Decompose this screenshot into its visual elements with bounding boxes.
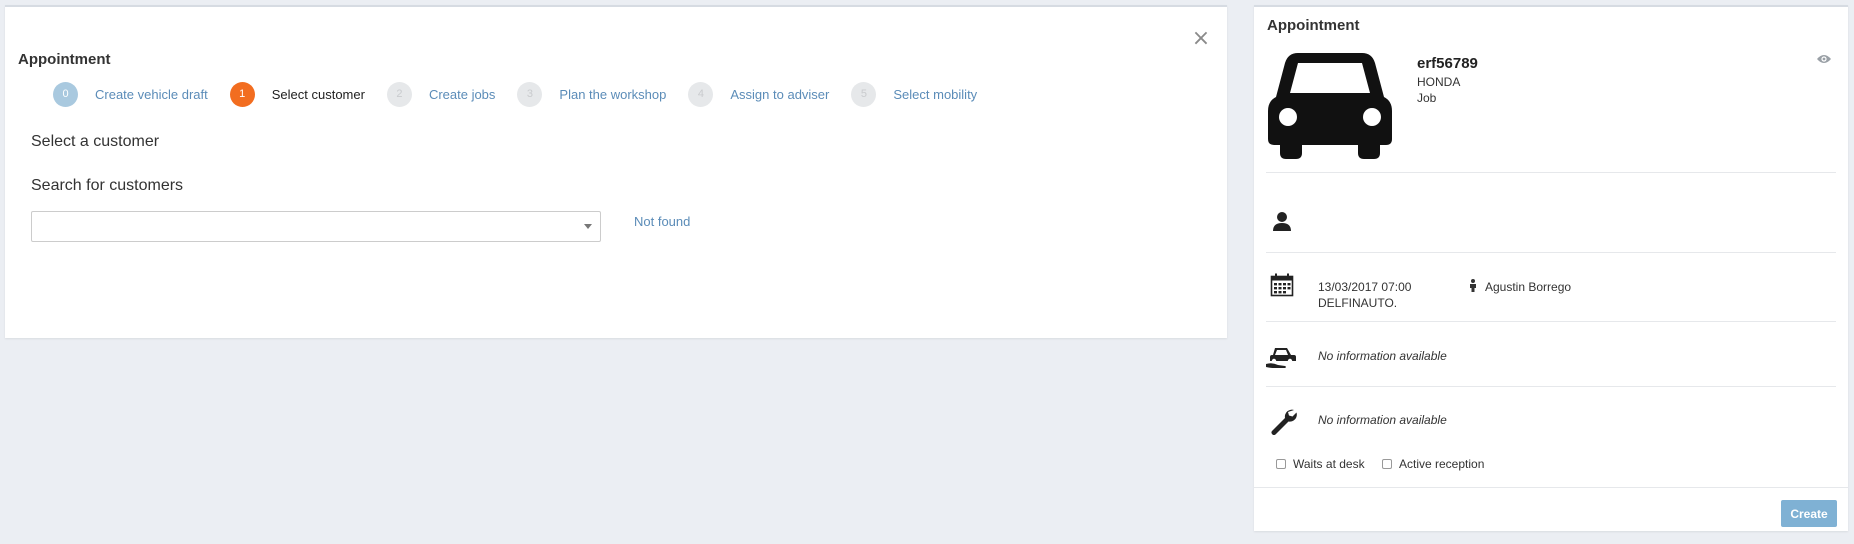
vehicle-type: Job (1417, 91, 1437, 105)
step-create-vehicle-draft[interactable]: 0 Create vehicle draft (53, 81, 208, 107)
appointment-wizard-panel: × Appointment 0 Create vehicle draft 1 S… (5, 5, 1227, 338)
active-reception-checkbox[interactable]: Active reception (1382, 457, 1484, 471)
person-icon (1470, 279, 1476, 292)
appointment-datetime: 13/03/2017 07:00 (1318, 280, 1412, 294)
checkbox-box[interactable] (1276, 459, 1286, 469)
step-number: 2 (386, 81, 412, 107)
car-service-icon (1266, 348, 1296, 368)
step-number: 5 (851, 81, 877, 107)
step-number: 1 (229, 81, 255, 107)
step-label: Create jobs (428, 86, 496, 102)
step-label: Select customer (271, 86, 365, 102)
eye-icon[interactable] (1816, 53, 1832, 65)
close-icon[interactable]: × (1191, 28, 1211, 50)
step-label: Assign to adviser (730, 86, 830, 102)
calendar-icon (1270, 273, 1294, 297)
step-plan-workshop[interactable]: 3 Plan the workshop (517, 81, 667, 107)
divider (1266, 386, 1836, 387)
user-icon (1273, 212, 1291, 231)
step-label: Select mobility (893, 86, 978, 102)
mobility-info: No information available (1318, 349, 1447, 363)
search-title: Search for customers (31, 177, 184, 194)
step-label: Plan the workshop (559, 86, 667, 102)
create-button[interactable]: Create (1781, 500, 1837, 527)
customer-search-select[interactable] (31, 211, 601, 242)
step-label: Create vehicle draft (95, 86, 208, 102)
app-stage: × Appointment 0 Create vehicle draft 1 S… (0, 0, 1854, 544)
appointment-summary-panel: Appointment erf56789 HONDA Job 13/03/201… (1254, 5, 1848, 531)
step-number: 4 (688, 81, 714, 107)
step-select-mobility[interactable]: 5 Select mobility (851, 81, 978, 107)
step-create-jobs[interactable]: 2 Create jobs (386, 81, 496, 107)
not-found-link[interactable]: Not found (634, 214, 690, 229)
waits-at-desk-checkbox[interactable]: Waits at desk (1276, 457, 1365, 471)
summary-title: Appointment (1267, 17, 1360, 34)
wizard-title: Appointment (18, 51, 111, 68)
checkbox-box[interactable] (1382, 459, 1392, 469)
step-assign-adviser[interactable]: 4 Assign to adviser (688, 81, 830, 107)
jobs-info: No information available (1318, 413, 1447, 427)
appointment-place: DELFINAUTO. (1318, 296, 1398, 310)
step-select-customer[interactable]: 1 Select customer (229, 81, 365, 107)
step-number: 0 (53, 81, 78, 107)
section-title: Select a customer (31, 133, 160, 150)
vehicle-brand: HONDA (1417, 75, 1461, 89)
appointment-adviser: Agustin Borrego (1485, 280, 1572, 294)
car-icon (1268, 53, 1392, 159)
wrench-icon (1271, 409, 1297, 435)
caret-down-icon (584, 224, 592, 229)
wizard-steps: 0 Create vehicle draft 1 Select customer… (53, 81, 999, 107)
checkbox-label: Waits at desk (1293, 457, 1365, 471)
divider (1254, 487, 1848, 488)
checkbox-label: Active reception (1399, 457, 1485, 471)
divider (1266, 321, 1836, 322)
divider (1266, 252, 1836, 253)
vehicle-plate: erf56789 (1417, 55, 1478, 72)
divider (1266, 172, 1836, 173)
step-number: 3 (517, 81, 543, 107)
